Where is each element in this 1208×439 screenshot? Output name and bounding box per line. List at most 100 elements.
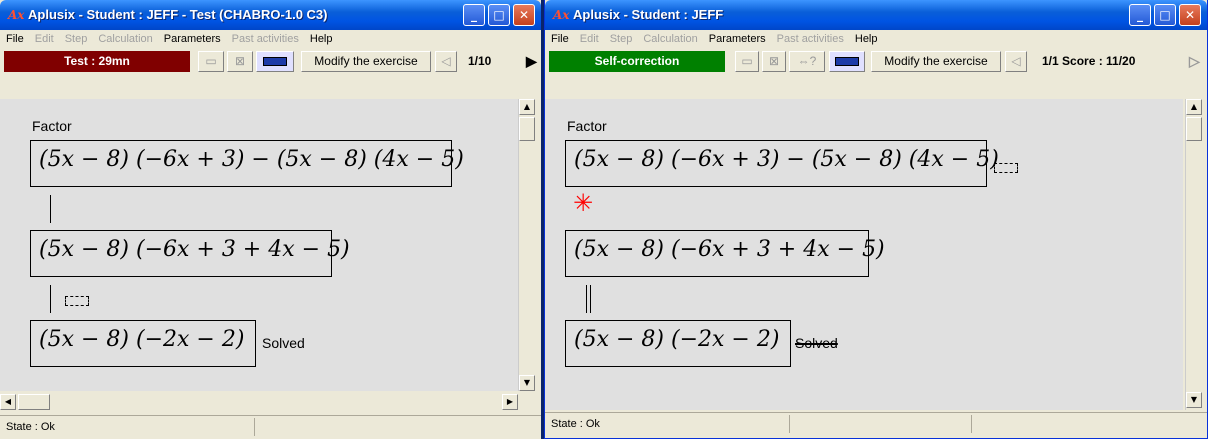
menu-edit[interactable]: Edit <box>580 33 599 49</box>
triangle-left-icon: ◁ <box>441 54 451 68</box>
close-icon: ✕ <box>518 8 530 22</box>
step-expression-2: (5x − 8) (−6x + 3 + 4x − 5) <box>39 237 350 262</box>
status-divider <box>254 418 255 436</box>
menu-bar: File Edit Step Calculation Parameters Pa… <box>0 30 541 49</box>
scroll-right-button[interactable]: ▶ <box>502 394 518 410</box>
prev-button[interactable]: ◁ <box>1005 51 1027 72</box>
tool-button-2[interactable]: ⊠ <box>227 51 253 72</box>
exercise-score: 1/1 Score : 11/20 <box>1042 54 1136 68</box>
equivalent-link-mark <box>586 285 591 313</box>
modify-exercise-button[interactable]: Modify the exercise <box>871 51 1001 72</box>
toolbar: Test : 29mn ▭ ⊠ Modify the exercise ◁ 1/… <box>0 49 541 74</box>
window-title: Aplusix - Student : JEFF - Test (CHABRO-… <box>28 7 328 22</box>
menu-file[interactable]: File <box>551 33 569 49</box>
menu-parameters[interactable]: Parameters <box>164 33 221 49</box>
vertical-scrollbar[interactable]: ▲ ▼ <box>1185 99 1203 410</box>
tool-button-2[interactable]: ⊠ <box>762 51 786 72</box>
minimize-button[interactable]: _ <box>463 4 485 26</box>
next-button[interactable]: ▶ <box>526 51 537 72</box>
menu-file[interactable]: File <box>6 33 24 49</box>
task-label: Factor <box>32 118 72 134</box>
keyboard-icon <box>835 57 859 67</box>
status-bar: State : Ok <box>545 412 1207 434</box>
minimize-button[interactable]: _ <box>1129 4 1151 26</box>
step-link-line <box>50 195 51 223</box>
menu-past-activities[interactable]: Past activities <box>232 33 299 49</box>
horizontal-scrollbar[interactable]: ◀ ▶ <box>0 393 536 411</box>
scroll-down-button[interactable]: ▼ <box>1186 392 1202 408</box>
maximize-icon: □ <box>1159 8 1171 22</box>
title-bar[interactable]: Ax Aplusix - Student : JEFF _ □ ✕ <box>545 0 1207 30</box>
keyboard-button[interactable] <box>829 51 865 72</box>
next-button[interactable]: ▷ <box>1189 51 1200 72</box>
triangle-right-icon: ▶ <box>526 53 537 69</box>
step-link-line <box>50 285 51 313</box>
equivalence-placeholder[interactable] <box>994 163 1018 173</box>
close-button[interactable]: ✕ <box>1179 4 1201 26</box>
close-button[interactable]: ✕ <box>513 4 535 26</box>
scroll-up-button[interactable]: ▲ <box>519 99 535 115</box>
close-icon: ✕ <box>1184 8 1196 22</box>
left-window: Ax Aplusix - Student : JEFF - Test (CHAB… <box>0 0 541 439</box>
aplusix-logo-icon: Ax <box>8 8 25 22</box>
menu-bar: File Edit Step Calculation Parameters Pa… <box>545 30 1207 49</box>
minimize-icon: _ <box>471 8 477 22</box>
step-box-1[interactable]: (5x − 8) (−6x + 3) − (5x − 8) (4x − 5) <box>565 140 999 187</box>
step-box-2[interactable]: (5x − 8) (−6x + 3 + 4x − 5) <box>30 230 350 277</box>
status-divider <box>971 415 972 433</box>
keyboard-icon <box>263 57 287 67</box>
maximize-icon: □ <box>493 8 505 22</box>
scroll-thumb[interactable] <box>1186 117 1202 141</box>
triangle-left-icon: ◁ <box>1011 54 1021 68</box>
title-bar[interactable]: Ax Aplusix - Student : JEFF - Test (CHAB… <box>0 0 541 30</box>
menu-calculation[interactable]: Calculation <box>643 33 697 49</box>
menu-help[interactable]: Help <box>855 33 878 49</box>
step-box-1[interactable]: (5x − 8) (−6x + 3) − (5x − 8) (4x − 5) <box>30 140 464 187</box>
modify-exercise-button[interactable]: Modify the exercise <box>301 51 431 72</box>
step-expression-1: (5x − 8) (−6x + 3) − (5x − 8) (4x − 5) <box>574 147 999 172</box>
menu-past-activities[interactable]: Past activities <box>777 33 844 49</box>
equivalence-check-button[interactable]: ⇔? <box>789 51 825 72</box>
menu-calculation[interactable]: Calculation <box>98 33 152 49</box>
keyboard-button[interactable] <box>256 51 294 72</box>
scroll-thumb[interactable] <box>519 117 535 141</box>
vertical-scrollbar[interactable]: ▲ ▼ <box>518 99 536 391</box>
triangle-right-icon: ▷ <box>1189 53 1200 69</box>
menu-help[interactable]: Help <box>310 33 333 49</box>
step-box-3[interactable]: (5x − 8) (−2x − 2) <box>30 320 256 367</box>
scroll-thumb[interactable] <box>18 394 50 410</box>
task-label: Factor <box>567 118 607 134</box>
menu-step[interactable]: Step <box>65 33 88 49</box>
scroll-up-button[interactable]: ▲ <box>1186 99 1202 115</box>
step-expression-1: (5x − 8) (−6x + 3) − (5x − 8) (4x − 5) <box>39 147 464 172</box>
scroll-down-button[interactable]: ▼ <box>519 375 535 391</box>
maximize-button[interactable]: □ <box>1154 4 1176 26</box>
scroll-left-button[interactable]: ◀ <box>0 394 16 410</box>
menu-parameters[interactable]: Parameters <box>709 33 766 49</box>
status-text: State : Ok <box>551 418 600 430</box>
maximize-button[interactable]: □ <box>488 4 510 26</box>
step-box-2[interactable]: (5x − 8) (−6x + 3 + 4x − 5) <box>565 230 885 277</box>
solved-label-struck: Solved <box>795 335 838 351</box>
step-expression-2: (5x − 8) (−6x + 3 + 4x − 5) <box>574 237 885 262</box>
minimize-icon: _ <box>1137 8 1143 22</box>
step-expression-3: (5x − 8) (−2x − 2) <box>39 327 245 352</box>
solved-label: Solved <box>262 335 305 351</box>
toolbar: Self-correction ▭ ⊠ ⇔? Modify the exerci… <box>545 49 1207 74</box>
tool-button-1[interactable]: ▭ <box>198 51 224 72</box>
equivalence-placeholder[interactable] <box>65 296 89 306</box>
menu-step[interactable]: Step <box>610 33 633 49</box>
tool-button-1[interactable]: ▭ <box>735 51 759 72</box>
aplusix-logo-icon: Ax <box>553 8 570 22</box>
exercise-counter: 1/10 <box>468 54 492 68</box>
work-area[interactable]: Factor (5x − 8) (−6x + 3) − (5x − 8) (4x… <box>545 99 1183 410</box>
error-star-icon: ✳ <box>573 189 594 217</box>
status-text: State : Ok <box>6 421 55 433</box>
menu-edit[interactable]: Edit <box>35 33 54 49</box>
status-divider <box>789 415 790 433</box>
step-box-3[interactable]: (5x − 8) (−2x − 2) <box>565 320 791 367</box>
right-window: Ax Aplusix - Student : JEFF _ □ ✕ File E… <box>544 0 1208 439</box>
mode-label: Self-correction <box>549 51 725 72</box>
prev-button[interactable]: ◁ <box>435 51 457 72</box>
work-area[interactable]: Factor (5x − 8) (−6x + 3) − (5x − 8) (4x… <box>0 99 518 391</box>
